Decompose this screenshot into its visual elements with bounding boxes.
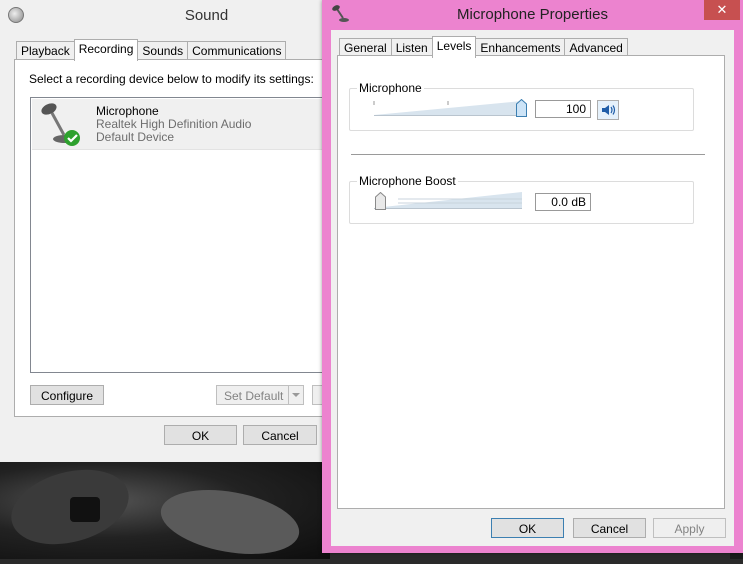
microphone-properties-window: Microphone Properties ✕ General Listen L… bbox=[322, 0, 743, 553]
set-default-label: Set Default bbox=[224, 389, 284, 403]
tab-sounds[interactable]: Sounds bbox=[137, 41, 189, 60]
close-button[interactable]: ✕ bbox=[704, 0, 740, 20]
section-divider bbox=[351, 154, 705, 156]
sound-title-bar: Sound bbox=[0, 0, 330, 30]
levels-panel: Microphone 100 Microphone Boost 0.0 dB bbox=[337, 55, 725, 509]
microphone-boost-thumb[interactable] bbox=[375, 192, 386, 210]
device-list: Microphone Realtek High Definition Audio… bbox=[30, 97, 332, 373]
props-title-bar: Microphone Properties ✕ bbox=[322, 0, 743, 30]
set-default-button: Set Default bbox=[216, 385, 304, 405]
sound-ok-button[interactable]: OK bbox=[164, 425, 237, 445]
instruction-text: Select a recording device below to modif… bbox=[29, 72, 314, 86]
speaker-icon bbox=[602, 105, 616, 115]
microphone-boost-label: Microphone Boost bbox=[357, 174, 458, 188]
list-item[interactable]: Microphone Realtek High Definition Audio… bbox=[32, 99, 332, 150]
device-info: Microphone Realtek High Definition Audio… bbox=[96, 105, 251, 144]
chevron-down-icon bbox=[288, 386, 303, 404]
microphone-level-label: Microphone bbox=[357, 81, 424, 95]
microphone-level-slider[interactable] bbox=[372, 97, 532, 117]
configure-button[interactable]: Configure bbox=[30, 385, 104, 405]
tab-communications[interactable]: Communications bbox=[187, 41, 287, 60]
props-apply-button: Apply bbox=[653, 518, 726, 538]
props-cancel-button[interactable]: Cancel bbox=[573, 518, 646, 538]
microphone-boost-slider[interactable] bbox=[372, 190, 532, 210]
microphone-level-group: Microphone 100 bbox=[349, 82, 694, 131]
tab-playback[interactable]: Playback bbox=[16, 41, 75, 60]
recording-panel: Select a recording device below to modif… bbox=[14, 59, 336, 417]
device-status: Default Device bbox=[96, 130, 175, 144]
props-ok-button[interactable]: OK bbox=[491, 518, 564, 538]
microphone-icon bbox=[41, 103, 80, 146]
microphone-level-thumb[interactable] bbox=[516, 99, 527, 117]
props-body: General Listen Levels Enhancements Advan… bbox=[331, 30, 734, 546]
desktop-background bbox=[0, 457, 330, 564]
sound-window: Sound Playback Recording Sounds Communic… bbox=[0, 0, 336, 462]
microphone-boost-group: Microphone Boost 0.0 dB bbox=[349, 175, 694, 224]
props-title: Microphone Properties bbox=[457, 6, 608, 23]
sound-cancel-button[interactable]: Cancel bbox=[243, 425, 317, 445]
microphone-level-value[interactable]: 100 bbox=[535, 100, 591, 118]
microphone-boost-value[interactable]: 0.0 dB bbox=[535, 193, 591, 211]
mute-toggle[interactable] bbox=[597, 100, 619, 120]
tab-recording[interactable]: Recording bbox=[73, 39, 139, 61]
tab-levels[interactable]: Levels bbox=[431, 36, 477, 58]
